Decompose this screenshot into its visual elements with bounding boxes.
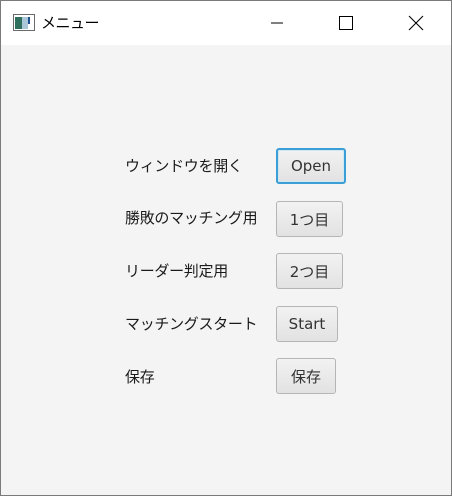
- open-button[interactable]: Open: [276, 148, 346, 184]
- minimize-icon: [271, 22, 283, 24]
- window-title: メニュー: [41, 14, 100, 32]
- app-icon: [13, 14, 35, 31]
- open-window-label: ウィンドウを開く: [125, 157, 243, 175]
- win-loss-matching-label: 勝敗のマッチング用: [125, 209, 258, 227]
- matching-start-label: マッチングスタート: [125, 315, 258, 333]
- maximize-icon: [339, 16, 353, 30]
- save-label: 保存: [125, 368, 155, 386]
- close-button[interactable]: [393, 1, 439, 45]
- title-bar[interactable]: メニュー: [1, 1, 451, 45]
- leader-judgment-label: リーダー判定用: [125, 262, 228, 280]
- first-button[interactable]: 1つ目: [276, 201, 343, 237]
- save-button[interactable]: 保存: [276, 358, 336, 394]
- second-button[interactable]: 2つ目: [276, 253, 343, 289]
- minimize-button[interactable]: [254, 1, 300, 45]
- app-window: メニュー ウィンドウを開く Open 勝敗のマッチング用 1つ目 リーダー判定用…: [0, 0, 452, 496]
- close-icon: [408, 15, 424, 31]
- start-button[interactable]: Start: [276, 306, 338, 342]
- maximize-button[interactable]: [323, 1, 369, 45]
